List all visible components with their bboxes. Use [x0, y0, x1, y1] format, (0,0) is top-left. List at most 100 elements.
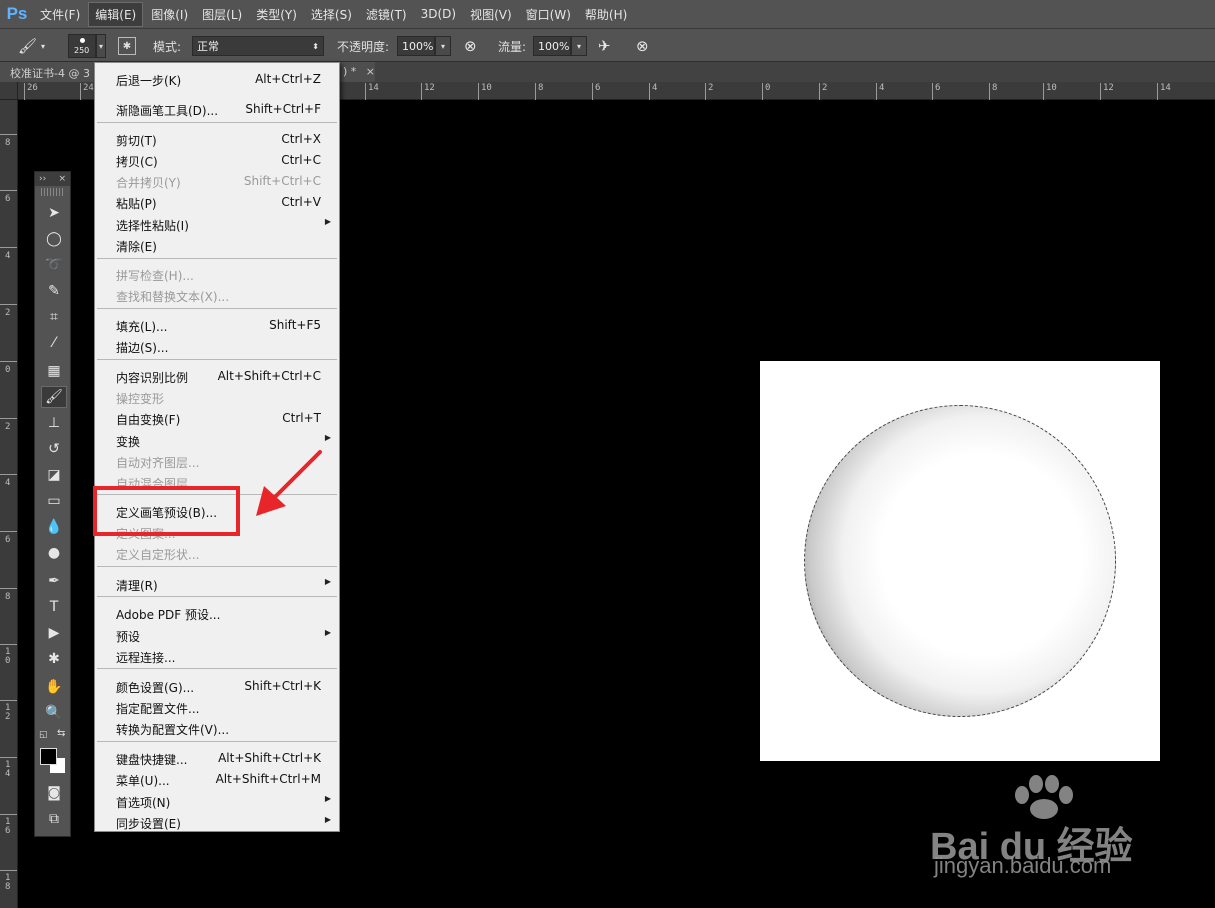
ruler-origin[interactable] — [0, 82, 18, 100]
menu-item[interactable]: 描边(S)... — [95, 336, 339, 356]
zoom-icon[interactable]: 🔍 — [41, 702, 67, 724]
close-icon[interactable]: × — [366, 65, 375, 78]
menu-filter[interactable]: 滤镜(T) — [360, 3, 413, 26]
crop-icon[interactable]: ⌗ — [41, 306, 67, 328]
menu-separator — [97, 122, 337, 123]
collapse-icon[interactable]: ›› — [39, 174, 46, 184]
clone-stamp-icon[interactable]: ⊥ — [41, 412, 67, 434]
menu-item[interactable]: Adobe PDF 预设... — [95, 603, 339, 623]
tools-panel-header[interactable]: ›› × — [35, 172, 70, 186]
ruler-tick: 6 — [591, 83, 601, 100]
baidu-jingyan-watermark: Bai du 经验 jingyan.baidu.com — [930, 775, 1160, 885]
menu-window[interactable]: 窗口(W) — [520, 3, 577, 26]
lasso-icon[interactable]: ➰ — [41, 254, 67, 276]
menu-item-submenu[interactable]: 预设 ▶ — [95, 625, 339, 645]
brush-size-picker[interactable]: 250 ▾ — [68, 29, 106, 63]
brush-panel-toggle[interactable]: ✱ — [118, 29, 136, 63]
custom-shape-icon[interactable]: ✱ — [41, 648, 67, 670]
menu-item-disabled: 操控变形 — [116, 392, 165, 406]
menu-item[interactable]: 颜色设置(G)... Shift+Ctrl+K — [95, 676, 339, 696]
menu-item-submenu[interactable]: 选择性粘贴(I) ▶ — [95, 214, 339, 234]
ruler-tick: 4 — [875, 83, 885, 100]
flow-field[interactable]: 100% ▾ — [533, 29, 587, 63]
document-canvas[interactable] — [760, 361, 1160, 761]
type-icon[interactable]: T — [41, 596, 67, 618]
menu-image[interactable]: 图像(I) — [145, 3, 194, 26]
path-selection-icon[interactable]: ▶ — [41, 622, 67, 644]
menu-type[interactable]: 类型(Y) — [250, 3, 303, 26]
document-tab[interactable]: 校准证书-4 @ 3 — [0, 62, 95, 82]
menu-edit[interactable]: 编辑(E) — [88, 1, 144, 27]
menu-item[interactable]: 拷贝(C) Ctrl+C — [95, 150, 339, 170]
menu-item-disabled: 查找和替换文本(X)... — [116, 290, 230, 304]
pressure-opacity-icon[interactable]: ⊗ — [464, 29, 477, 63]
gradient-icon[interactable]: ▭ — [41, 490, 67, 512]
eyedropper-icon[interactable]: ⁄ — [41, 332, 67, 354]
document-tab-tail[interactable]: ) * × — [339, 62, 375, 82]
pen-icon[interactable]: ✒ — [41, 570, 67, 592]
screen-mode-icon[interactable]: ⧉ — [41, 808, 67, 830]
brush-tool-preset-picker[interactable]: 🖌 ▾ — [18, 29, 45, 63]
quick-mask-icon[interactable]: ◙ — [41, 782, 67, 804]
menu-item[interactable]: 渐隐画笔工具(D)... Shift+Ctrl+F — [95, 99, 339, 119]
dodge-icon[interactable]: ● — [41, 542, 67, 564]
ruler-tick: 6 — [931, 83, 941, 100]
eraser-icon[interactable]: ◪ — [41, 464, 67, 486]
spot-healing-icon[interactable]: ▦ — [41, 360, 67, 382]
chevron-down-icon[interactable]: ▾ — [435, 36, 451, 56]
elliptical-marquee-icon[interactable]: ◯ — [41, 228, 67, 250]
ruler-tick: 6 — [0, 531, 19, 545]
ruler-tick: 0 — [761, 83, 771, 100]
menu-item-submenu[interactable]: 首选项(N) ▶ — [95, 791, 339, 811]
brush-icon[interactable]: 🖌 — [41, 386, 67, 408]
menu-item[interactable]: 自由变换(F) Ctrl+T — [95, 408, 339, 428]
opacity-value[interactable]: 100% — [397, 36, 435, 56]
flow-value[interactable]: 100% — [533, 36, 571, 56]
mode-select[interactable]: 正常 ⬍ — [192, 29, 324, 63]
menu-help[interactable]: 帮助(H) — [579, 3, 633, 26]
menu-layer[interactable]: 图层(L) — [196, 3, 248, 26]
swap-colors-icon[interactable]: ⇆ — [57, 728, 65, 739]
submenu-arrow-icon: ▶ — [324, 433, 331, 442]
menu-3d[interactable]: 3D(D) — [415, 4, 462, 24]
move-tool-icon[interactable]: ➤ — [41, 202, 67, 224]
menu-item[interactable]: 填充(L)... Shift+F5 — [95, 315, 339, 335]
brush-icon: 🖌 — [18, 37, 38, 55]
chevron-down-icon[interactable]: ▾ — [571, 36, 587, 56]
menu-item[interactable]: 清除(E) — [95, 235, 339, 255]
menu-select[interactable]: 选择(S) — [305, 3, 358, 26]
menu-item[interactable]: 键盘快捷键... Alt+Shift+Ctrl+K — [95, 748, 339, 768]
menu-item[interactable]: 指定配置文件... — [95, 697, 339, 717]
quick-selection-icon[interactable]: ✎ — [41, 280, 67, 302]
history-brush-icon[interactable]: ↺ — [41, 438, 67, 460]
foreground-color-swatch[interactable] — [40, 748, 57, 765]
menu-item-submenu[interactable]: 同步设置(E) ▶ — [95, 812, 339, 832]
menu-item-submenu[interactable]: 变换 ▶ — [95, 430, 339, 450]
sphere-selection[interactable] — [804, 405, 1116, 717]
close-icon[interactable]: × — [58, 174, 66, 184]
menu-item[interactable]: 后退一步(K) Alt+Ctrl+Z — [95, 69, 339, 89]
hand-icon[interactable]: ✋ — [41, 676, 67, 698]
menu-item[interactable]: 菜单(U)... Alt+Shift+Ctrl+M — [95, 769, 339, 789]
ruler-tick: 10 — [1043, 83, 1057, 100]
menu-item[interactable]: 剪切(T) Ctrl+X — [95, 129, 339, 149]
airbrush-icon[interactable]: ✈ — [598, 29, 611, 63]
menu-item[interactable]: 内容识别比例 Alt+Shift+Ctrl+C — [95, 366, 339, 386]
blur-icon[interactable]: 💧 — [41, 516, 67, 538]
menu-item[interactable]: 粘贴(P) Ctrl+V — [95, 192, 339, 212]
chevron-down-icon[interactable]: ▾ — [96, 34, 106, 58]
default-colors-icon[interactable]: ◱ — [39, 730, 48, 740]
ruler-tick: 8 — [0, 134, 19, 148]
menu-file[interactable]: 文件(F) — [34, 3, 86, 26]
panel-grip[interactable] — [41, 188, 64, 196]
opacity-label: 不透明度: — [337, 39, 390, 54]
opacity-field[interactable]: 100% ▾ — [397, 29, 451, 63]
menu-item[interactable]: 转换为配置文件(V)... — [95, 718, 339, 738]
menu-item[interactable]: 远程连接... — [95, 646, 339, 666]
paw-logo-icon — [1015, 775, 1073, 819]
pressure-size-icon[interactable]: ⊗ — [636, 29, 649, 63]
menu-item-submenu[interactable]: 清理(R) ▶ — [95, 574, 339, 594]
submenu-arrow-icon: ▶ — [324, 628, 331, 637]
menu-view[interactable]: 视图(V) — [464, 3, 518, 26]
vertical-ruler[interactable]: 8 6 4 2 0 2 4 6 8 1 0 1 2 1 4 1 6 1 8 — [0, 82, 19, 908]
